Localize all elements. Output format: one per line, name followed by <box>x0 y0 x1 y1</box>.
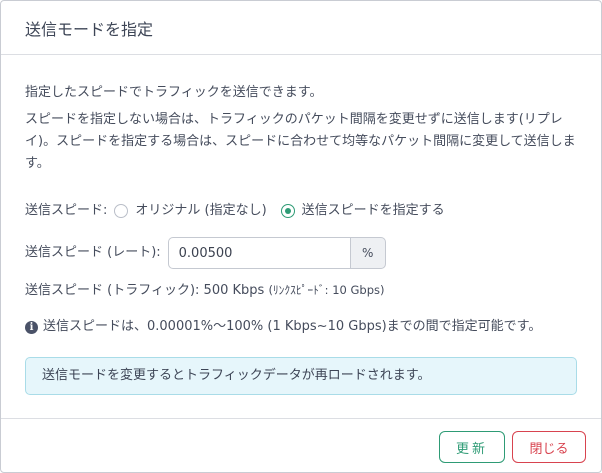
rate-input[interactable] <box>167 237 350 269</box>
rate-row: 送信スピード (レート): % <box>25 236 386 270</box>
radio-original[interactable] <box>114 204 129 218</box>
speed-mode-row: 送信スピード: オリジナル (指定なし) 送信スピードを指定する <box>25 200 445 222</box>
traffic-value: 500 Kbps <box>203 283 265 298</box>
dialog-footer: 更新 閉じる <box>1 418 601 472</box>
dialog-header: 送信モードを指定 <box>1 1 601 55</box>
description-text-2: スピードを指定しない場合は、トラフィックのパケット間隔を変更せずに送信します(リ… <box>25 112 576 171</box>
send-mode-dialog: 送信モードを指定 指定したスピードでトラフィックを送信できます。 スピードを指定… <box>0 0 602 473</box>
rate-label: 送信スピード (レート): <box>25 245 161 260</box>
radio-specify-speed-label[interactable]: 送信スピードを指定する <box>302 200 445 222</box>
close-button[interactable]: 閉じる <box>512 431 586 463</box>
radio-original-label[interactable]: オリジナル (指定なし) <box>135 200 266 222</box>
traffic-row: 送信スピード (トラフィック): 500 Kbps (ﾘﾝｸｽﾋﾟｰﾄﾞ: 10… <box>25 279 384 302</box>
reload-notice: 送信モードを変更するとトラフィックデータが再ロードされます。 <box>25 357 577 395</box>
rate-unit: % <box>349 237 386 269</box>
description-text-1: 指定したスピードでトラフィックを送信できます。 <box>25 85 323 100</box>
speed-mode-label: 送信スピード: <box>25 203 108 218</box>
info-row: i 送信スピードは、0.00001%〜100% (1 Kbps~10 Gbps)… <box>25 316 541 338</box>
link-speed-note: (ﾘﾝｸｽﾋﾟｰﾄﾞ: 10 Gbps) <box>268 283 385 297</box>
dialog-title: 送信モードを指定 <box>25 19 154 39</box>
info-text: 送信スピードは、0.00001%〜100% (1 Kbps~10 Gbps)まで… <box>43 319 542 334</box>
info-icon: i <box>25 320 38 334</box>
traffic-label: 送信スピード (トラフィック): <box>25 283 200 298</box>
reload-notice-text: 送信モードを変更するとトラフィックデータが再ロードされます。 <box>42 368 431 383</box>
update-button[interactable]: 更新 <box>439 431 505 463</box>
radio-specify-speed[interactable] <box>280 204 295 218</box>
